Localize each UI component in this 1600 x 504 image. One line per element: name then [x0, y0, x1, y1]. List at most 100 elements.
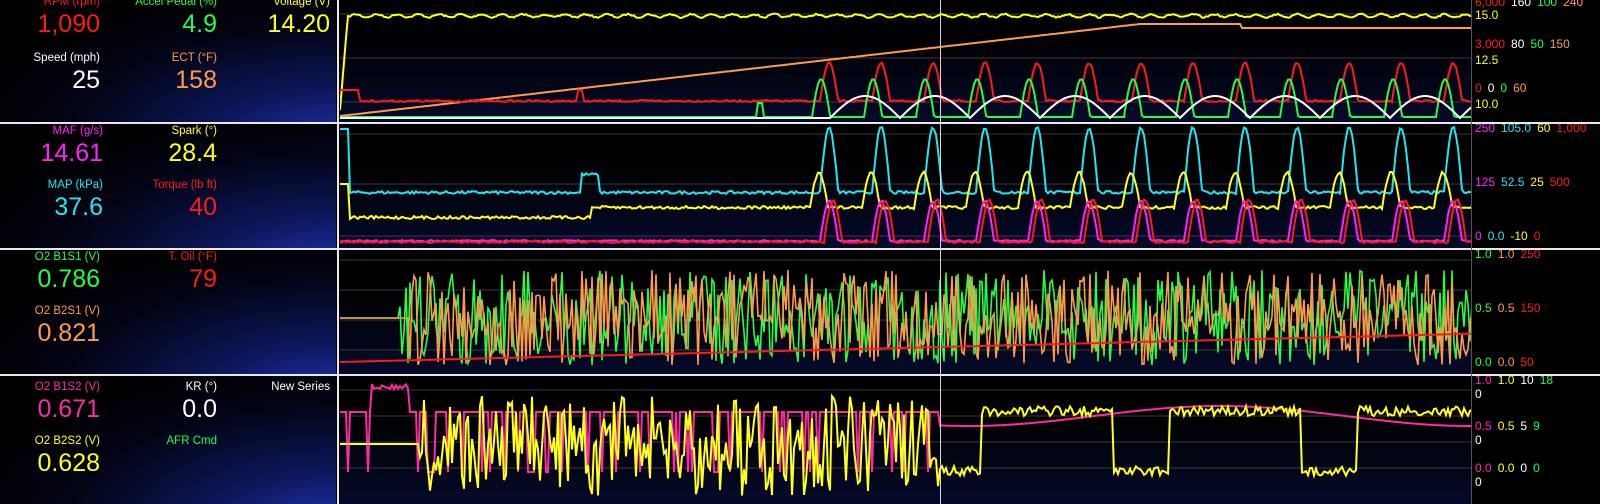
scale-value: 15.0: [1475, 8, 1499, 22]
gauge-label: New Series: [271, 381, 330, 393]
chart-panel-3[interactable]: [340, 250, 1472, 374]
scale-value: 50: [1520, 355, 1534, 369]
scale-value: 9: [1533, 419, 1540, 433]
scale-value: 0: [1475, 81, 1482, 95]
gauge-maf[interactable]: MAF (g/s) 14.61: [0, 124, 110, 174]
scale-value: 0.5: [1475, 419, 1492, 433]
gauge-label: KR (°): [185, 381, 217, 393]
chart-panel-2[interactable]: [340, 124, 1472, 248]
scale-value: 5: [1520, 419, 1528, 433]
scale-value: 52.5: [1501, 175, 1525, 189]
gauge-afr-cmd[interactable]: AFR Cmd: [110, 434, 220, 484]
scale-value: 0: [1533, 461, 1540, 475]
panel-2: MAF (g/s) 14.61 Spark (°) 28.4 MAP (kPa)…: [0, 122, 1600, 248]
gauge-label: Torque (lb ft): [152, 179, 217, 191]
gauge-kr[interactable]: KR (°) 0.0: [110, 380, 220, 430]
scale-value: 0.0: [1497, 355, 1515, 369]
scale-value: -10: [1510, 229, 1528, 243]
trace-speed: [340, 95, 1472, 120]
scale-value: 125: [1475, 175, 1496, 189]
scale-value: 0: [1487, 81, 1495, 95]
gauge-o2-b1s1[interactable]: O2 B1S1 (V) 0.786: [0, 250, 110, 300]
scale-value: 12.5: [1475, 53, 1499, 67]
gauge-value: 14.61: [40, 139, 103, 167]
scale-value: 500: [1549, 175, 1570, 189]
trace-area: [340, 382, 1472, 496]
gauge-value: 1,090: [37, 10, 100, 38]
gauge-label: O2 B1S2 (V): [34, 381, 100, 393]
scale-line: 0.5 0.5 5 9: [1475, 420, 1546, 433]
scale-value: 240: [1563, 0, 1584, 9]
chart-panel-4[interactable]: [340, 376, 1472, 504]
gauge-label: RPM (rpm): [43, 0, 100, 8]
scale-panel-4: 1.0 1.0 10 18 0 0.5 0.5 5 9 0 0.0 0.0 0 0 0: [1472, 374, 1600, 504]
gauge-o2-b2s1[interactable]: O2 B2S1 (V) 0.821: [0, 304, 110, 354]
chart-panel-1[interactable]: [340, 0, 1472, 122]
scale-value: 0: [1475, 433, 1482, 447]
gauge-t-oil[interactable]: T. Oil (°F) 79: [110, 250, 220, 300]
trace-area: [340, 12, 1472, 120]
time-cursor[interactable]: [940, 0, 941, 504]
panel-3: O2 B1S1 (V) 0.786 T. Oil (°F) 79 O2 B2S1…: [0, 248, 1600, 374]
gauge-value: 4.9: [182, 10, 217, 38]
gauge-accel-pedal[interactable]: Accel Pedal (%) 4.9: [110, 0, 220, 45]
gauge-map[interactable]: MAP (kPa) 37.6: [0, 178, 110, 228]
gauge-label: MAF (g/s): [52, 125, 103, 137]
gauge-label: Speed (mph): [33, 52, 100, 64]
gauge-label: O2 B2S1 (V): [34, 305, 100, 317]
gauge-value: 37.6: [54, 193, 103, 221]
scale-panel-2: 250 105.0 60 1,000 125 52.5 25 500 0 0.0 -10 0: [1472, 122, 1600, 248]
gauge-value: 158: [175, 66, 217, 94]
scale-value: 80: [1511, 37, 1525, 51]
gauge-value: 0.671: [37, 395, 100, 423]
scale-line: 10.0: [1475, 98, 1504, 111]
panel-1: RPM (rpm) 1,090 Accel Pedal (%) 4.9 Volt…: [0, 0, 1600, 122]
scale-line: 3,000 80 50 150: [1475, 38, 1576, 51]
scale-value: 160: [1511, 0, 1532, 9]
gauge-chart-divider: [337, 0, 339, 504]
gauge-area-2: MAF (g/s) 14.61 Spark (°) 28.4 MAP (kPa)…: [0, 124, 336, 248]
scale-value: 150: [1549, 37, 1570, 51]
gauge-value: 28.4: [168, 139, 217, 167]
gauge-rpm[interactable]: RPM (rpm) 1,090: [0, 0, 110, 45]
scale-value: 10.0: [1475, 97, 1499, 111]
scale-value: 0: [1533, 229, 1541, 243]
gauge-label: AFR Cmd: [166, 435, 217, 447]
scale-value: 0.0: [1475, 355, 1492, 369]
panel-divider: [0, 374, 1600, 376]
scale-line: 0: [1475, 476, 1488, 489]
scale-line: 0 0.0 -10 0: [1475, 230, 1546, 243]
scale-line: 0 0 0 60: [1475, 82, 1532, 95]
scale-line: 0.0 0.0 0 0: [1475, 462, 1546, 475]
gauge-voltage[interactable]: Voltage (V) 14.20: [220, 0, 332, 45]
gauge-label: O2 B1S1 (V): [34, 251, 100, 263]
gauge-o2-b1s2[interactable]: O2 B1S2 (V) 0.671: [0, 380, 110, 430]
scale-value: 150: [1520, 301, 1541, 315]
gauge-new-series[interactable]: New Series: [220, 380, 332, 430]
scale-line: 0: [1475, 434, 1488, 447]
panel-divider: [0, 248, 1600, 250]
gauge-area-3: O2 B1S1 (V) 0.786 T. Oil (°F) 79 O2 B2S1…: [0, 250, 336, 374]
scale-value: 0: [1500, 81, 1508, 95]
gauge-label: Voltage (V): [273, 0, 330, 8]
gauge-speed[interactable]: Speed (mph) 25: [0, 51, 110, 101]
gauge-value: 0.628: [37, 449, 100, 477]
gauge-label: T. Oil (°F): [168, 251, 217, 263]
gauge-o2-b2s2[interactable]: O2 B2S2 (V) 0.628: [0, 434, 110, 484]
gauge-torque[interactable]: Torque (lb ft) 40: [110, 178, 220, 228]
scale-value: 0.5: [1475, 301, 1492, 315]
gauge-ect[interactable]: ECT (°F) 158: [110, 51, 220, 101]
scale-value: 0.0: [1497, 461, 1515, 475]
trace-area: [340, 259, 1472, 367]
scale-value: 50: [1530, 37, 1544, 51]
gauge-value: 14.20: [267, 10, 330, 38]
scale-value: 0: [1475, 387, 1482, 401]
gauge-spark[interactable]: Spark (°) 28.4: [110, 124, 220, 174]
panel-4: O2 B1S2 (V) 0.671 KR (°) 0.0 New Series …: [0, 374, 1600, 504]
panel-divider: [0, 122, 1600, 124]
gauge-label: ECT (°F): [171, 52, 217, 64]
scale-line: 15.0: [1475, 9, 1504, 22]
scale-line: 12.5: [1475, 54, 1504, 67]
chart-scale-divider: [1471, 0, 1472, 504]
scale-line: 125 52.5 25 500: [1475, 176, 1576, 189]
